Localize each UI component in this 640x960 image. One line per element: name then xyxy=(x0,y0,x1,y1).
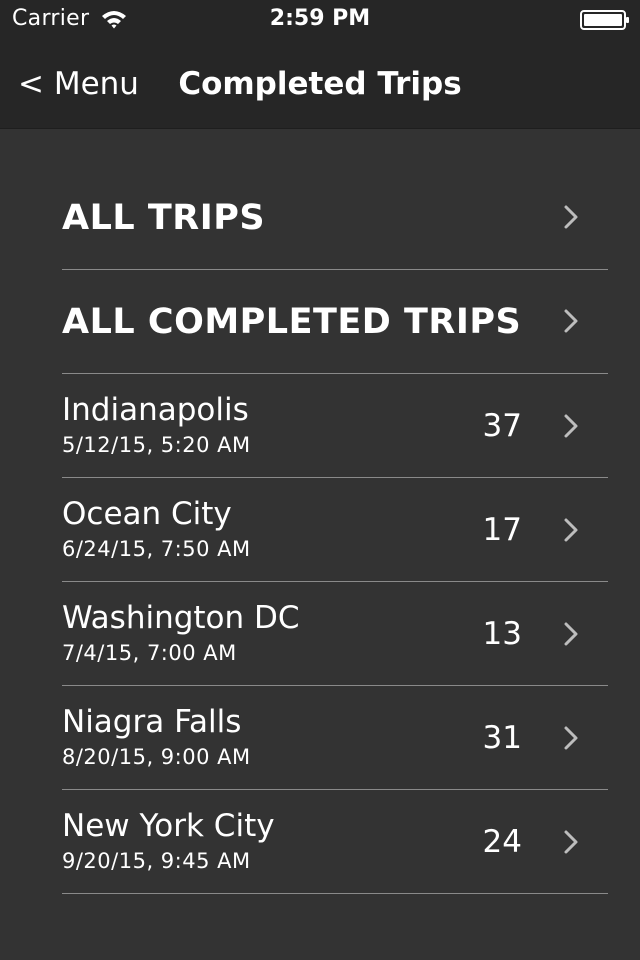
status-time: 2:59 PM xyxy=(269,6,371,31)
trip-date: 5/12/15, 5:20 AM xyxy=(62,433,251,457)
trip-date: 8/20/15, 9:00 AM xyxy=(62,745,251,769)
chevron-right-icon xyxy=(564,726,578,750)
all-trips-row[interactable]: ALL TRIPS xyxy=(62,166,608,270)
trip-date: 6/24/15, 7:50 AM xyxy=(62,537,251,561)
trip-row[interactable]: New York City 9/20/15, 9:45 AM 24 xyxy=(62,790,608,894)
trip-name: New York City xyxy=(62,808,275,844)
trip-name: Indianapolis xyxy=(62,392,249,428)
all-trips-label: ALL TRIPS xyxy=(62,198,266,238)
trip-count: 37 xyxy=(482,408,522,444)
chevron-right-icon xyxy=(564,622,578,646)
trip-date: 7/4/15, 7:00 AM xyxy=(62,641,237,665)
chevron-right-icon xyxy=(564,414,578,438)
trip-list: ALL TRIPS ALL COMPLETED TRIPS Indianapol… xyxy=(62,166,608,894)
header: Carrier 2:59 PM < Menu Completed Trips xyxy=(0,0,640,129)
trip-count: 13 xyxy=(482,616,522,652)
trip-row[interactable]: Washington DC 7/4/15, 7:00 AM 13 xyxy=(62,582,608,686)
chevron-right-icon xyxy=(564,309,578,333)
trip-name: Niagra Falls xyxy=(62,704,242,740)
chevron-right-icon xyxy=(564,830,578,854)
chevron-right-icon xyxy=(564,205,578,229)
chevron-right-icon xyxy=(564,518,578,542)
trip-date: 9/20/15, 9:45 AM xyxy=(62,849,251,873)
trip-name: Washington DC xyxy=(62,600,300,636)
all-completed-trips-row[interactable]: ALL COMPLETED TRIPS xyxy=(62,270,608,374)
trip-list-container[interactable]: ALL TRIPS ALL COMPLETED TRIPS Indianapol… xyxy=(0,128,640,960)
screen: Carrier 2:59 PM < Menu Completed Trips A… xyxy=(0,0,640,960)
trip-row[interactable]: Indianapolis 5/12/15, 5:20 AM 37 xyxy=(62,374,608,478)
trip-row[interactable]: Ocean City 6/24/15, 7:50 AM 17 xyxy=(62,478,608,582)
trip-count: 31 xyxy=(482,720,522,756)
battery-icon xyxy=(580,10,629,30)
status-bar: Carrier 2:59 PM xyxy=(0,0,640,40)
trip-row[interactable]: Niagra Falls 8/20/15, 9:00 AM 31 xyxy=(62,686,608,790)
trip-count: 17 xyxy=(482,512,522,548)
page-title: Completed Trips xyxy=(178,66,462,102)
trip-count: 24 xyxy=(482,824,522,860)
all-completed-trips-label: ALL COMPLETED TRIPS xyxy=(62,302,522,342)
trip-name: Ocean City xyxy=(62,496,232,532)
nav-bar: < Menu Completed Trips xyxy=(0,40,640,128)
